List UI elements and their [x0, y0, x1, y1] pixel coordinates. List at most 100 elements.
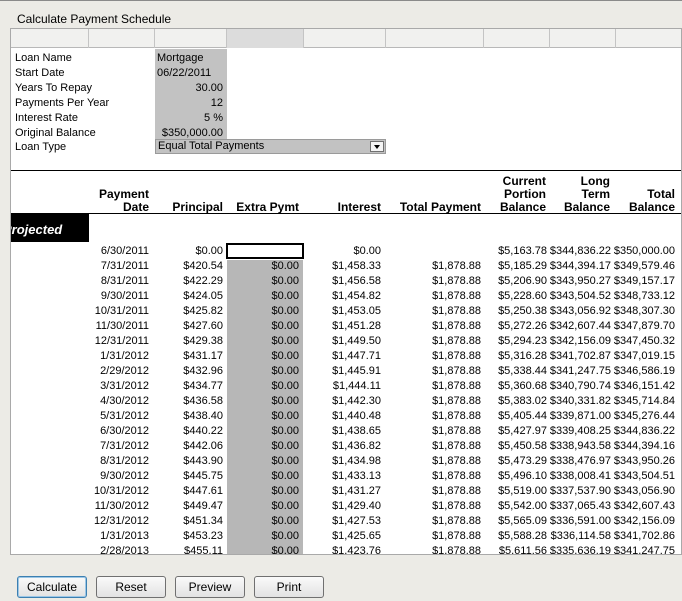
column-header[interactable]	[484, 29, 550, 48]
cell-extra-pymt[interactable]: $0.00	[227, 545, 299, 554]
cell-extra-pymt[interactable]: $0.00	[227, 500, 299, 512]
cell-total-payment: $1,878.88	[432, 380, 481, 392]
cell-extra-pymt[interactable]: $0.00	[227, 365, 299, 377]
cell-long-term: $337,537.90	[549, 485, 611, 497]
cell-extra-pymt[interactable]: $0.00	[227, 275, 299, 287]
cell-long-term: $342,607.44	[549, 320, 611, 332]
cell-principal: $434.77	[183, 380, 223, 392]
cell-extra-pymt[interactable]: $0.00	[227, 350, 299, 362]
cell-long-term: $341,702.87	[549, 350, 611, 362]
start-date-field[interactable]: 06/22/2011	[157, 67, 225, 79]
cell-extra-pymt[interactable]: $0.00	[227, 320, 299, 332]
cell-payment-date: 3/31/2012	[100, 380, 149, 392]
cell-interest: $1,440.48	[332, 410, 381, 422]
window-top-edge	[0, 0, 682, 5]
cell-long-term: $338,476.97	[549, 455, 611, 467]
cell-interest: $1,438.65	[332, 425, 381, 437]
cell-long-term: $343,056.92	[549, 305, 611, 317]
cell-total-balance: $344,836.22	[613, 425, 675, 437]
cell-current-portion: $5,228.60	[498, 290, 547, 302]
cell-extra-pymt[interactable]: $0.00	[227, 515, 299, 527]
cell-current-portion: $5,450.58	[498, 440, 547, 452]
cell-total-payment: $1,878.88	[432, 365, 481, 377]
cell-extra-pymt[interactable]: $0.00	[227, 485, 299, 497]
cell-interest: $1,445.91	[332, 365, 381, 377]
column-header-selected[interactable]	[227, 29, 304, 48]
original-balance-label: Original Balance	[15, 127, 96, 139]
cell-interest: $1,454.82	[332, 290, 381, 302]
cell-extra-pymt[interactable]: $0.00	[227, 335, 299, 347]
cell-interest: $1,444.11	[332, 380, 381, 392]
cell-total-balance: $342,156.09	[613, 515, 675, 527]
preview-button[interactable]: Preview	[175, 576, 245, 598]
cell-principal: $449.47	[183, 500, 223, 512]
cell-extra-pymt[interactable]: $0.00	[227, 530, 299, 542]
cell-extra-pymt[interactable]: $0.00	[227, 260, 299, 272]
start-date-label: Start Date	[15, 67, 65, 79]
column-header[interactable]	[304, 29, 386, 48]
column-header[interactable]	[386, 29, 484, 48]
cell-extra-pymt[interactable]: $0.00	[227, 395, 299, 407]
cell-long-term: $342,156.09	[549, 335, 611, 347]
years-to-repay-field[interactable]: 30.00	[155, 82, 223, 94]
column-header[interactable]	[155, 29, 227, 48]
cell-total-payment: $1,878.88	[432, 260, 481, 272]
cell-total-balance: $349,579.46	[613, 260, 675, 272]
cell-interest: $1,458.33	[332, 260, 381, 272]
cell-interest: $1,451.28	[332, 320, 381, 332]
cell-principal: $427.60	[183, 320, 223, 332]
table-row: 9/30/2012 $445.75 $0.00 $1,433.13 $1,878.88 $…	[11, 470, 681, 485]
reset-button[interactable]: Reset	[96, 576, 166, 598]
header-underline	[11, 213, 681, 214]
loan-type-label: Loan Type	[15, 141, 67, 153]
loan-name-field[interactable]: Mortgage	[157, 52, 225, 64]
cell-principal: $436.58	[183, 395, 223, 407]
column-header[interactable]	[616, 29, 681, 48]
print-button[interactable]: Print	[254, 576, 324, 598]
table-row: 12/31/2011 $429.38 $0.00 $1,449.50 $1,878.88…	[11, 335, 681, 350]
cell-current-portion: $5,206.90	[498, 275, 547, 287]
cell-extra-pymt[interactable]: $0.00	[227, 410, 299, 422]
cell-current-portion: $5,383.02	[498, 395, 547, 407]
cell-total-payment: $1,878.88	[432, 515, 481, 527]
table-row: 5/31/2012 $438.40 $0.00 $1,440.48 $1,878.88 $…	[11, 410, 681, 425]
cell-interest: $1,447.71	[332, 350, 381, 362]
cell-current-portion: $5,496.10	[498, 470, 547, 482]
chevron-down-icon[interactable]	[370, 141, 384, 152]
spreadsheet-area[interactable]: Loan Name Start Date Years To Repay Paym…	[10, 28, 682, 555]
table-row: 10/31/2011 $425.82 $0.00 $1,453.05 $1,878.88…	[11, 305, 681, 320]
cell-long-term: $339,871.00	[549, 410, 611, 422]
cell-total-payment: $1,878.88	[432, 470, 481, 482]
cell-principal: $429.38	[183, 335, 223, 347]
cell-extra-pymt[interactable]: $0.00	[227, 305, 299, 317]
cell-current-portion: $5,360.68	[498, 380, 547, 392]
calculate-button[interactable]: Calculate	[17, 576, 87, 598]
column-header[interactable]	[550, 29, 616, 48]
cell-extra-pymt[interactable]: $0.00	[227, 290, 299, 302]
column-header[interactable]	[11, 29, 89, 48]
cell-long-term: $340,331.82	[549, 395, 611, 407]
cell-total-balance: $346,586.19	[613, 365, 675, 377]
original-balance-field[interactable]: $350,000.00	[155, 127, 223, 139]
cell-total-balance: $349,157.17	[613, 275, 675, 287]
interest-rate-label: Interest Rate	[15, 112, 78, 124]
cell-principal: $422.29	[183, 275, 223, 287]
cell-extra-pymt[interactable]: $0.00	[227, 470, 299, 482]
payments-per-year-field[interactable]: 12	[155, 97, 223, 109]
cell-long-term: $336,114.58	[550, 530, 611, 542]
cell-long-term: $336,591.00	[549, 515, 611, 527]
cell-extra-pymt[interactable]: $0.00	[227, 380, 299, 392]
loan-type-select[interactable]: Equal Total Payments	[155, 139, 386, 154]
cell-principal: $447.61	[183, 485, 223, 497]
table-row: 1/31/2012 $431.17 $0.00 $1,447.71 $1,878.88 $…	[11, 350, 681, 365]
interest-rate-field[interactable]: 5 %	[155, 112, 223, 124]
cell-extra-pymt[interactable]: $0.00	[227, 425, 299, 437]
cell-interest: $1,433.13	[332, 470, 381, 482]
table-row: 9/30/2011 $424.05 $0.00 $1,454.82 $1,878.88 $…	[11, 290, 681, 305]
cell-extra-pymt[interactable]: $0.00	[227, 440, 299, 452]
cell-total-payment: $1,878.88	[432, 335, 481, 347]
cell-total-balance: $341,247.75	[613, 545, 675, 555]
cell-total-balance: $342,607.43	[613, 500, 675, 512]
cell-extra-pymt[interactable]: $0.00	[227, 455, 299, 467]
column-header[interactable]	[89, 29, 155, 48]
